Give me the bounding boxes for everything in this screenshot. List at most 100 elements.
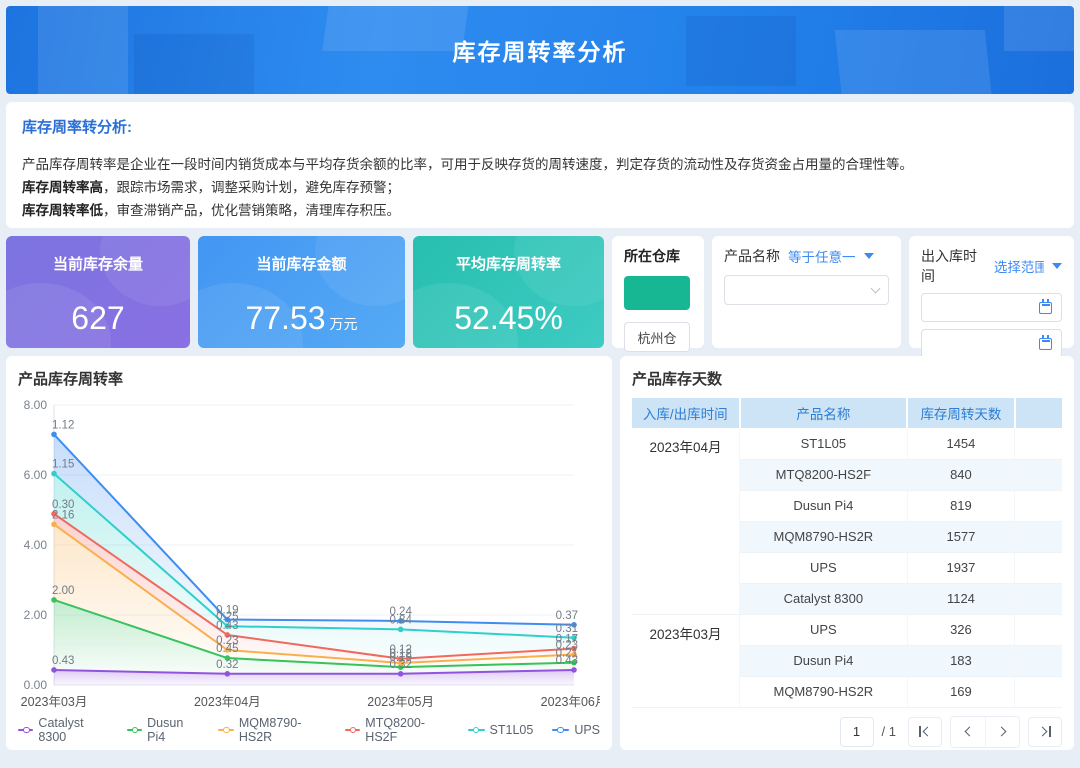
svg-text:0.37: 0.37 [556, 610, 578, 622]
dashboard-page: 库存周转率分析 库存周率转分析: 产品库存周转率是企业在一段时间内销货成本与平均… [0, 0, 1080, 768]
legend-marker-icon [345, 726, 360, 735]
empty-cell [1015, 490, 1062, 521]
kpi-value: 52.45% [454, 300, 563, 337]
legend-item[interactable]: Catalyst 8300 [18, 716, 108, 744]
empty-cell [1015, 428, 1062, 459]
legend-item[interactable]: MTQ8200-HS2F [345, 716, 449, 744]
table-row: 2023年03月UPS326 [632, 614, 1062, 645]
analysis-panel: 库存周率转分析: 产品库存周转率是企业在一段时间内销货成本与平均存货余额的比率，… [6, 102, 1074, 228]
chart-title: 产品库存周转率 [18, 368, 600, 389]
chevron-left-icon [964, 727, 974, 737]
end-date-input[interactable] [921, 329, 1062, 358]
banner-decoration [38, 6, 128, 94]
days-cell: 169 [907, 676, 1015, 707]
banner-decoration [323, 6, 471, 51]
legend-marker-icon [18, 726, 33, 735]
days-cell: 1124 [907, 583, 1015, 614]
days-cell: 1577 [907, 521, 1015, 552]
product-cell: Dusun Pi4 [740, 645, 908, 676]
analysis-line-2: 库存周转率高，跟踪市场需求，调整采购计划，避免库存预警； [22, 176, 1058, 199]
pagination-next-button[interactable] [985, 717, 1019, 747]
days-cell: 1454 [907, 428, 1015, 459]
empty-cell [1015, 521, 1062, 552]
kpi-label: 当前库存余量 [53, 253, 143, 274]
legend-item[interactable]: ST1L05 [468, 716, 534, 744]
table-row: 2023年04月ST1L051454 [632, 428, 1062, 459]
legend-label: ST1L05 [490, 723, 534, 737]
pagination-last-button[interactable] [1028, 717, 1062, 747]
chart-legend: Catalyst 8300 Dusun Pi4 MQM8790-HS2R MTQ820… [18, 716, 600, 744]
svg-text:6.00: 6.00 [24, 468, 48, 482]
svg-text:2023年05月: 2023年05月 [367, 695, 434, 709]
empty-cell [1015, 459, 1062, 490]
column-header-product: 产品名称 [740, 398, 908, 428]
legend-marker-icon [218, 726, 233, 735]
analysis-line-3: 库存周转率低，审查滞销产品，优化营销策略，清理库存积压。 [22, 199, 1058, 222]
time-filter-label: 出入库时间 [921, 246, 986, 286]
days-cell: 840 [907, 459, 1015, 490]
kpi-card-stock-quantity: 当前库存余量 627 [6, 236, 190, 348]
chevron-down-icon [871, 284, 881, 294]
days-cell: 1937 [907, 552, 1015, 583]
empty-cell [1015, 676, 1062, 707]
calendar-icon [1039, 302, 1052, 314]
legend-item[interactable]: Dusun Pi4 [127, 716, 200, 744]
svg-text:2023年03月: 2023年03月 [21, 695, 88, 709]
banner-decoration [1004, 6, 1074, 51]
days-cell: 819 [907, 490, 1015, 521]
dropdown-caret-icon[interactable] [1052, 263, 1062, 269]
legend-marker-icon [127, 726, 142, 735]
product-cell: ST1L05 [740, 428, 908, 459]
banner-decoration [686, 16, 796, 86]
svg-text:2.00: 2.00 [52, 585, 74, 597]
turnover-chart-panel: 产品库存周转率 0.002.004.006.008.002023年03月2023… [6, 356, 612, 750]
legend-label: Dusun Pi4 [147, 716, 199, 744]
kpi-value: 627 [71, 300, 124, 337]
pagination-first-button[interactable] [908, 717, 942, 747]
product-operator-link[interactable]: 等于任意一 [788, 246, 856, 266]
kpi-card-stock-amount: 当前库存金额 77.53万元 [198, 236, 405, 348]
column-header-time: 入库/出库时间 [632, 398, 740, 428]
header-banner: 库存周转率分析 [6, 6, 1074, 94]
svg-text:0.23: 0.23 [216, 635, 238, 647]
page-title: 库存周转率分析 [453, 33, 628, 67]
column-header-empty [1015, 398, 1062, 428]
banner-decoration [834, 30, 992, 94]
svg-text:0.12: 0.12 [389, 644, 411, 656]
stock-days-panel: 产品库存天数 入库/出库时间 产品名称 库存周转天数 2023年04月ST1L0… [620, 356, 1074, 750]
warehouse-option-button[interactable]: 杭州仓 [624, 322, 690, 352]
empty-cell [1015, 645, 1062, 676]
product-filter-label: 产品名称 [724, 246, 780, 266]
product-cell: MQM8790-HS2R [740, 676, 908, 707]
kpi-label: 平均库存周转率 [456, 253, 561, 274]
svg-text:0.24: 0.24 [389, 606, 412, 618]
dropdown-caret-icon[interactable] [864, 253, 874, 259]
time-range-link[interactable]: 选择范围 [994, 256, 1044, 276]
svg-text:0.19: 0.19 [216, 605, 238, 617]
pagination-prev-button[interactable] [951, 717, 985, 747]
warehouse-filter-label: 所在仓库 [624, 246, 692, 266]
product-cell: Catalyst 8300 [740, 583, 908, 614]
product-cell: MTQ8200-HS2F [740, 459, 908, 490]
empty-cell [1015, 583, 1062, 614]
kpi-value: 77.53万元 [245, 300, 357, 337]
svg-text:2023年04月: 2023年04月 [194, 695, 261, 709]
legend-item[interactable]: UPS [552, 716, 600, 744]
start-date-input[interactable] [921, 293, 1062, 322]
pagination-prev-next-group [950, 716, 1020, 748]
warehouse-selected-button[interactable] [624, 276, 690, 310]
legend-item[interactable]: MQM8790-HS2R [218, 716, 325, 744]
month-cell: 2023年04月 [632, 428, 740, 614]
svg-text:1.12: 1.12 [52, 419, 74, 431]
first-page-icon [919, 726, 921, 737]
page-number-input[interactable]: 1 [840, 717, 874, 747]
kpi-unit: 万元 [330, 316, 358, 332]
table-title: 产品库存天数 [632, 368, 1062, 389]
days-cell: 183 [907, 645, 1015, 676]
product-select[interactable] [724, 275, 889, 305]
empty-cell [1015, 614, 1062, 645]
kpi-card-avg-turnover: 平均库存周转率 52.45% [413, 236, 604, 348]
product-cell: Dusun Pi4 [740, 490, 908, 521]
legend-label: Catalyst 8300 [38, 716, 107, 744]
product-cell: UPS [740, 552, 908, 583]
